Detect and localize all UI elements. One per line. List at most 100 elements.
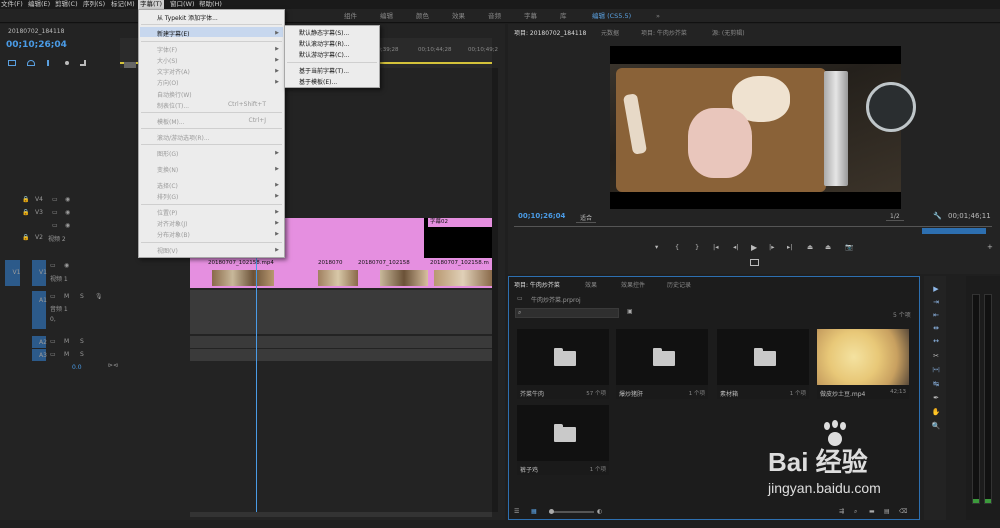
pen-tool-icon[interactable]: ✒ <box>931 394 941 403</box>
menu-marker[interactable]: 标记(M) <box>111 0 135 9</box>
track-target-a2[interactable]: A2 <box>32 336 47 348</box>
bin-tile[interactable]: 裤子鸡 1 个项 <box>517 405 609 475</box>
ws-tab-color[interactable]: 颜色 <box>416 9 429 23</box>
ws-tab-libraries[interactable]: 库 <box>560 9 567 23</box>
mute-button[interactable]: M <box>64 338 69 345</box>
menu-item-size[interactable]: 大小(S) <box>157 56 178 65</box>
menu-window[interactable]: 窗口(W) <box>170 0 195 9</box>
eye-icon[interactable]: ◉ <box>65 209 70 216</box>
linked-selection-icon[interactable] <box>27 60 35 66</box>
sort-icon[interactable]: ◐ <box>597 508 602 515</box>
add-button-icon[interactable]: + <box>987 243 993 251</box>
new-bin-search-icon[interactable]: ▣ <box>627 308 633 315</box>
tab-metadata[interactable]: 元数据 <box>601 28 619 37</box>
list-view-icon[interactable]: ☰ <box>514 508 519 515</box>
mark-out-icon[interactable]: } <box>695 243 699 251</box>
snap-icon[interactable] <box>8 60 16 66</box>
extract-icon[interactable]: ⏏ <box>825 243 831 251</box>
ws-tab-editing[interactable]: 编辑 <box>380 9 393 23</box>
scrub-in-out-range[interactable] <box>922 228 986 234</box>
mute-button[interactable]: M <box>64 293 69 300</box>
step-back-icon[interactable]: ◂| <box>733 243 738 251</box>
tab-effects[interactable]: 效果 <box>585 280 597 289</box>
menu-item-select[interactable]: 选择(C) <box>157 181 178 190</box>
timeline-h-scrollbar[interactable] <box>190 512 492 517</box>
go-to-out-icon[interactable]: ▸| <box>787 243 792 251</box>
eye-icon[interactable]: ◉ <box>65 196 70 203</box>
menu-item-based-on-template[interactable]: 基于模板(E)... <box>299 77 337 86</box>
wrench-icon[interactable] <box>80 60 86 66</box>
menu-clip[interactable]: 剪辑(C) <box>55 0 78 9</box>
find-icon[interactable]: ⌕ <box>854 508 857 516</box>
program-scrub-bar[interactable] <box>514 226 992 236</box>
menu-help[interactable]: 帮助(H) <box>199 0 222 9</box>
zoom-slider[interactable] <box>549 509 594 514</box>
ws-tab-effects[interactable]: 效果 <box>452 9 465 23</box>
program-video-frame[interactable] <box>610 46 916 209</box>
sync-icon[interactable]: ▭ <box>52 196 58 203</box>
menu-item-default-crawl[interactable]: 默认游动字幕(C)... <box>299 50 350 59</box>
sync-icon[interactable]: ▭ <box>50 338 56 345</box>
master-level[interactable]: 0.0 <box>72 364 82 371</box>
menu-file[interactable]: 文件(F) <box>1 0 23 9</box>
new-item-icon[interactable]: ▤ <box>884 508 890 515</box>
sync-icon[interactable]: ▭ <box>50 351 56 358</box>
menu-item-position[interactable]: 位置(P) <box>157 208 177 217</box>
hand-tool-icon[interactable]: ✋ <box>931 408 941 417</box>
mark-in-icon[interactable]: { <box>675 243 679 251</box>
resolution-select[interactable]: 1/2 <box>886 213 904 221</box>
mic-icon[interactable]: 🎙 <box>95 293 103 300</box>
menu-item-distribute[interactable]: 分布对象(B) <box>157 230 190 239</box>
ws-tab-assembly[interactable]: 组件 <box>344 9 357 23</box>
eye-icon[interactable]: ◉ <box>65 222 70 229</box>
bin-tile[interactable]: 素材箱 1 个项 <box>717 329 809 399</box>
program-timecode[interactable]: 00;10;26;04 <box>518 212 565 220</box>
icon-view-icon[interactable]: ▦ <box>531 508 537 515</box>
menu-item-wrap[interactable]: 自动换行(W) <box>157 90 192 99</box>
ws-tab-titles[interactable]: 字幕 <box>524 9 537 23</box>
solo-button[interactable]: S <box>80 351 84 358</box>
automate-icon[interactable]: ⇶ <box>839 508 844 515</box>
menu-item-align[interactable]: 文字对齐(A) <box>157 67 190 76</box>
settings-wrench-icon[interactable]: 🔧 <box>933 212 942 220</box>
track-target-a3[interactable]: A3 <box>32 349 47 361</box>
eye-icon[interactable]: ◉ <box>64 262 69 269</box>
menu-item-based-on-current[interactable]: 基于当前字幕(T)... <box>299 66 349 75</box>
ripple-edit-tool-icon[interactable]: ⇤ <box>931 311 941 320</box>
ws-tab-editing-cs55[interactable]: 编辑 (CS5.5) <box>592 9 631 23</box>
tab-effect-controls[interactable]: 效果控件 <box>621 280 645 289</box>
compare-view-icon[interactable] <box>750 259 759 266</box>
play-icon[interactable]: ▶ <box>751 243 757 252</box>
title-clip-black[interactable]: 字幕02 <box>424 218 492 258</box>
track-target-v1[interactable]: V1 <box>32 260 47 286</box>
tab-source[interactable]: 源: (无剪辑) <box>712 28 745 37</box>
track-select-tool-icon[interactable]: ⇥ <box>931 298 941 307</box>
menu-item-font[interactable]: 字体(F) <box>157 45 177 54</box>
solo-button[interactable]: S <box>80 293 84 300</box>
new-bin-icon[interactable]: ▬ <box>869 508 875 515</box>
ws-more-icon[interactable]: » <box>656 9 660 23</box>
sync-icon[interactable]: ▭ <box>52 209 58 216</box>
bin-tile[interactable]: 爆炒猪肝 1 个项 <box>616 329 708 399</box>
slide-tool-icon[interactable]: ↹ <box>931 380 941 389</box>
tab-project[interactable]: 项目: 牛肉炒芥菜 <box>641 28 687 37</box>
clear-icon[interactable]: ⌫ <box>899 508 907 515</box>
zoom-slider-thumb[interactable] <box>549 509 554 514</box>
go-to-in-icon[interactable]: |◂ <box>713 243 718 251</box>
menu-item-roll-crawl[interactable]: 滚动/游动选项(R)... <box>157 133 210 142</box>
menu-item-arrange[interactable]: 排列(G) <box>157 192 178 201</box>
sync-icon[interactable]: ▭ <box>50 293 56 300</box>
mute-button[interactable]: M <box>64 351 69 358</box>
source-v1-patch[interactable]: V1 <box>5 260 20 286</box>
audio-track-a2[interactable] <box>190 336 492 348</box>
master-end-icon[interactable]: ⊳⊲ <box>108 362 118 369</box>
export-frame-icon[interactable]: 📷 <box>845 243 853 251</box>
tab-project-main[interactable]: 项目: 牛肉炒芥菜 <box>514 280 560 289</box>
menu-title[interactable]: 字幕(T) <box>138 0 165 9</box>
rolling-edit-tool-icon[interactable]: ⇹ <box>931 324 941 333</box>
menu-item-new-title[interactable]: 新建字幕(E) <box>157 29 189 38</box>
lock-icon[interactable]: 🔒 <box>22 234 29 241</box>
add-marker-icon[interactable] <box>47 60 53 66</box>
timeline-tab[interactable]: 20180702_184118 <box>8 28 64 35</box>
rate-stretch-tool-icon[interactable]: ↔ <box>931 337 941 346</box>
